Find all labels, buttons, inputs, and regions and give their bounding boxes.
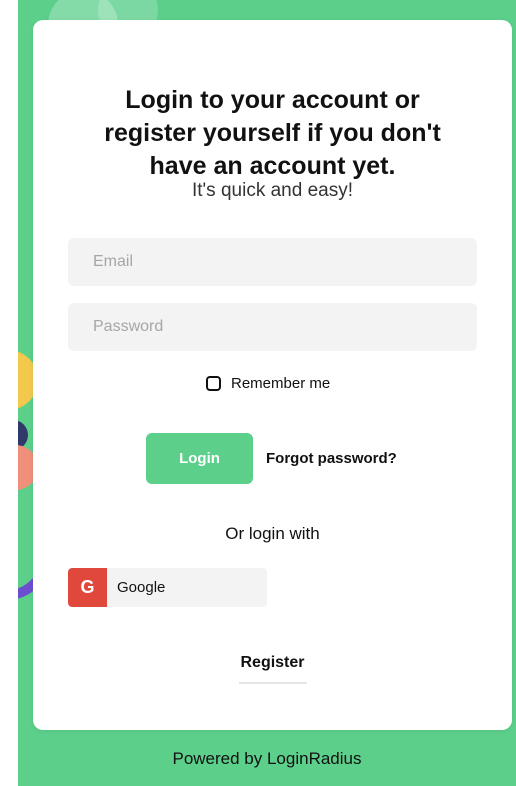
google-icon: G (68, 568, 107, 607)
register-section: Register (33, 654, 512, 684)
email-field[interactable] (68, 238, 477, 286)
page-subtitle: It's quick and easy! (192, 180, 353, 201)
google-login-button[interactable]: G Google (68, 568, 267, 607)
social-login-label: Or login with (225, 524, 320, 543)
powered-by-text: Powered by LoginRadius (172, 749, 362, 768)
remember-me-checkbox[interactable] (206, 375, 221, 391)
page-title: Login to your account or register yourse… (104, 86, 441, 180)
password-field[interactable] (68, 303, 477, 351)
login-button[interactable]: Login (146, 433, 253, 484)
login-card: Login to your account or register yourse… (33, 20, 512, 730)
forgot-password-link[interactable]: Forgot password? (266, 450, 397, 467)
google-button-label: Google (117, 579, 166, 596)
register-link[interactable]: Register (238, 654, 307, 684)
remember-me-label: Remember me (231, 374, 331, 392)
remember-me[interactable]: Remember me (206, 372, 330, 394)
